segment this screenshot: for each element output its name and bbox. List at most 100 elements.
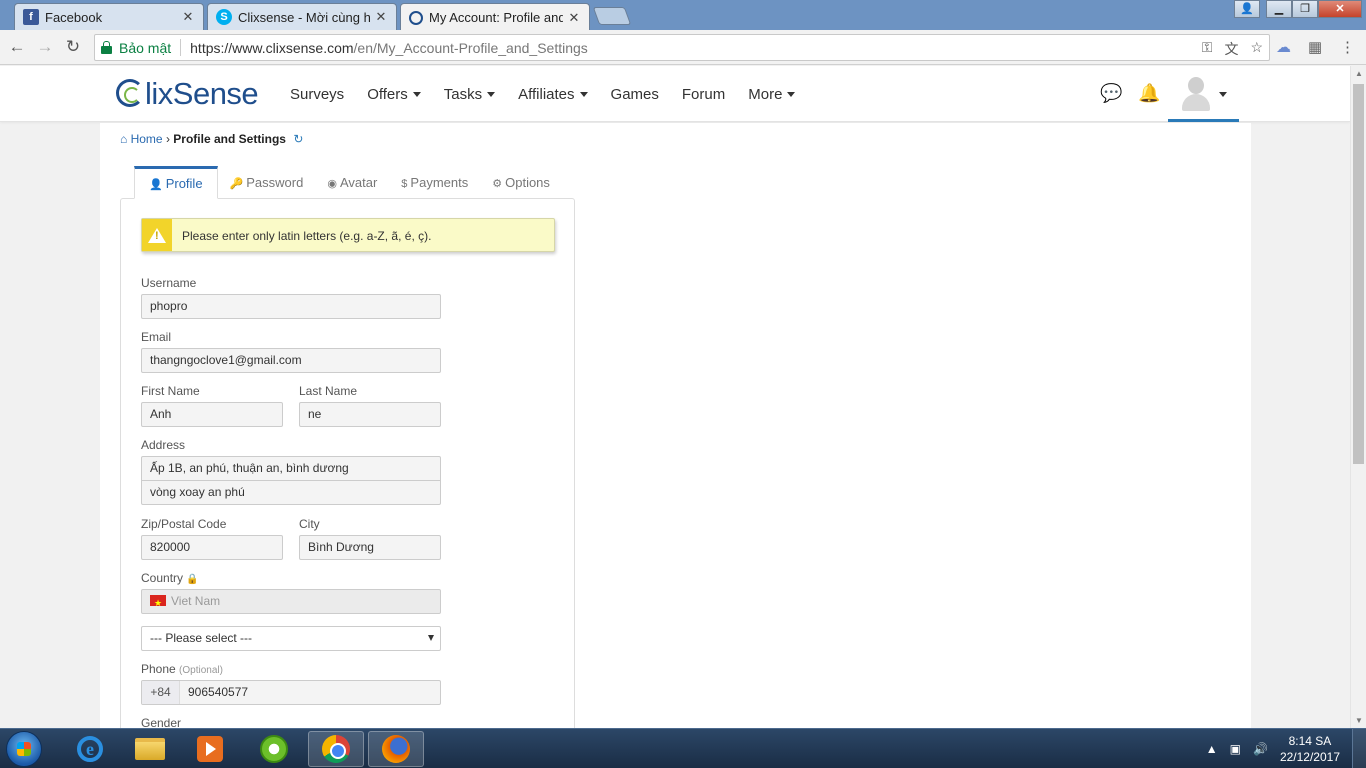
scroll-up-icon[interactable]: ▲ <box>1355 69 1363 78</box>
browser-tab-skype[interactable]: S Clixsense - Mời cùng hợp ✕ <box>207 3 397 30</box>
phone-optional-label: (Optional) <box>179 665 223 676</box>
taskbar-ie[interactable]: e <box>62 731 118 767</box>
new-tab-button[interactable] <box>592 7 632 25</box>
close-tab-icon[interactable]: ✕ <box>567 10 581 26</box>
nav-label: More <box>748 86 783 103</box>
network-icon[interactable]: ▣ <box>1230 742 1241 756</box>
tab-avatar[interactable]: ◉ Avatar <box>315 166 389 199</box>
back-arrow-icon[interactable]: ← <box>6 36 28 58</box>
reload-icon[interactable]: ↻ <box>62 36 84 58</box>
scroll-down-icon[interactable]: ▼ <box>1355 716 1363 725</box>
warning-triangle <box>148 227 166 243</box>
address-line2-field[interactable]: vòng xoay an phú <box>141 480 441 505</box>
taskbar-explorer[interactable] <box>122 731 178 767</box>
nav-tasks[interactable]: Tasks <box>444 86 496 103</box>
email-label: Email <box>141 330 172 344</box>
browser-tab-clixsense[interactable]: My Account: Profile and S ✕ <box>400 3 590 31</box>
media-player-icon <box>197 736 223 762</box>
lock-icon: 🔒 <box>186 574 199 585</box>
nav-offers[interactable]: Offers <box>367 86 421 103</box>
region-select[interactable]: --- Please select --- <box>141 626 441 651</box>
nav-games[interactable]: Games <box>611 86 659 103</box>
scrollbar-thumb[interactable] <box>1353 84 1364 464</box>
clock[interactable]: 8:14 SA 22/12/2017 <box>1280 733 1340 765</box>
star-icon[interactable]: ☆ <box>1250 39 1263 59</box>
tray-expand-icon[interactable]: ▲ <box>1206 742 1218 756</box>
zip-field[interactable]: 820000 <box>141 535 283 560</box>
clock-date: 22/12/2017 <box>1279 750 1340 764</box>
nav-label: Forum <box>681 86 726 103</box>
caret-down-icon <box>1219 92 1227 97</box>
taskbar-green-app[interactable] <box>246 731 302 767</box>
gear-icon: ⚙ <box>492 178 503 190</box>
refresh-icon[interactable]: ↻ <box>293 132 303 146</box>
url-host: https://www.clixsense.com <box>190 39 354 56</box>
tab-profile[interactable]: 👤 Profile <box>134 166 218 199</box>
forward-arrow-icon[interactable]: → <box>34 36 56 58</box>
translate-icon[interactable]: 文 <box>1224 39 1238 59</box>
user-icon: 👤 <box>149 179 163 191</box>
main-nav: Surveys Offers Tasks Affiliates Games Fo… <box>290 86 818 103</box>
minimize-icon[interactable]: ▁ <box>1266 0 1292 18</box>
chat-icon[interactable]: 💬 <box>1100 83 1122 104</box>
close-tab-icon[interactable]: ✕ <box>374 9 388 25</box>
address-bar[interactable]: Bảo mật https://www.clixsense.com/en/My_… <box>94 34 1270 61</box>
nav-label: Games <box>610 86 659 103</box>
nav-more[interactable]: More <box>748 86 796 103</box>
nav-surveys[interactable]: Surveys <box>290 86 344 103</box>
windows-taskbar: e ▲ ▣ 🔊 8:14 SA 22/12/2017 <box>0 728 1366 768</box>
tab-label: Avatar <box>339 175 378 190</box>
clixsense-logo[interactable]: lixSense <box>116 76 259 112</box>
start-button[interactable] <box>6 731 42 767</box>
volume-icon[interactable]: 🔊 <box>1253 742 1268 756</box>
show-desktop-button[interactable] <box>1352 729 1366 768</box>
clixsense-icon <box>409 10 423 25</box>
phone-label-text: Phone <box>141 662 176 676</box>
nav-affiliates[interactable]: Affiliates <box>518 86 588 103</box>
maximize-icon[interactable]: ❐ <box>1292 0 1318 18</box>
security-label: Bảo mật <box>119 39 172 56</box>
taskbar-chrome[interactable] <box>308 731 364 767</box>
url-path: /en/My_Account-Profile_and_Settings <box>353 39 588 56</box>
folder-icon <box>135 738 165 760</box>
bell-icon[interactable]: 🔔 <box>1138 83 1160 104</box>
avatar-body <box>1182 94 1210 111</box>
taskbar-media-player[interactable] <box>182 731 238 767</box>
page-scrollbar[interactable]: ▲ ▼ <box>1350 66 1366 728</box>
breadcrumb-home[interactable]: ⌂ Home <box>120 132 163 146</box>
close-window-icon[interactable]: ✕ <box>1318 0 1362 18</box>
address-label: Address <box>141 438 186 452</box>
taskbar-firefox[interactable] <box>368 731 424 767</box>
tab-title: Clixsense - Mời cùng hợp <box>238 9 370 25</box>
page-viewport: lixSense Surveys Offers Tasks Affiliates… <box>0 66 1350 728</box>
key-icon[interactable]: ⚿ <box>1202 39 1213 59</box>
account-menu[interactable] <box>1168 66 1239 122</box>
internet-explorer-icon: e <box>77 736 103 762</box>
user-profile-icon[interactable]: 👤 <box>1234 0 1260 18</box>
cloud-extension-icon[interactable]: ☁ <box>1276 38 1291 56</box>
last-name-field[interactable]: ne <box>299 402 441 427</box>
tab-options[interactable]: ⚙ Options <box>480 166 562 199</box>
city-field[interactable]: Bình Dương <box>299 535 441 560</box>
extension-icon[interactable]: ▦ <box>1308 38 1322 56</box>
phone-prefix: +84 <box>142 681 180 704</box>
logo-text: lixSense <box>145 76 259 111</box>
avatar-head <box>1188 77 1204 94</box>
address-line1-field[interactable]: Ấp 1B, an phú, thuận an, bình dương <box>141 456 441 481</box>
tab-payments[interactable]: $ Payments <box>389 166 480 199</box>
first-name-field[interactable]: Anh <box>141 402 283 427</box>
username-field[interactable]: phopro <box>141 294 441 319</box>
content-container: ⌂ Home › Profile and Settings ↻ 👤 Profile… <box>100 123 1251 728</box>
phone-field[interactable]: +84 906540577 <box>141 680 441 705</box>
firefox-icon <box>382 735 410 763</box>
tab-title: My Account: Profile and S <box>429 10 563 25</box>
menu-icon[interactable]: ⋮ <box>1340 38 1355 56</box>
caret-down-icon <box>787 92 796 97</box>
tab-password[interactable]: 🔑 Password <box>218 166 316 199</box>
warning-icon <box>142 219 172 251</box>
close-tab-icon[interactable]: ✕ <box>181 9 195 25</box>
browser-tab-facebook[interactable]: f Facebook ✕ <box>14 3 204 30</box>
email-field[interactable]: thangngoclove1@gmail.com <box>141 348 441 373</box>
city-label: City <box>299 517 320 531</box>
nav-forum[interactable]: Forum <box>682 86 725 103</box>
